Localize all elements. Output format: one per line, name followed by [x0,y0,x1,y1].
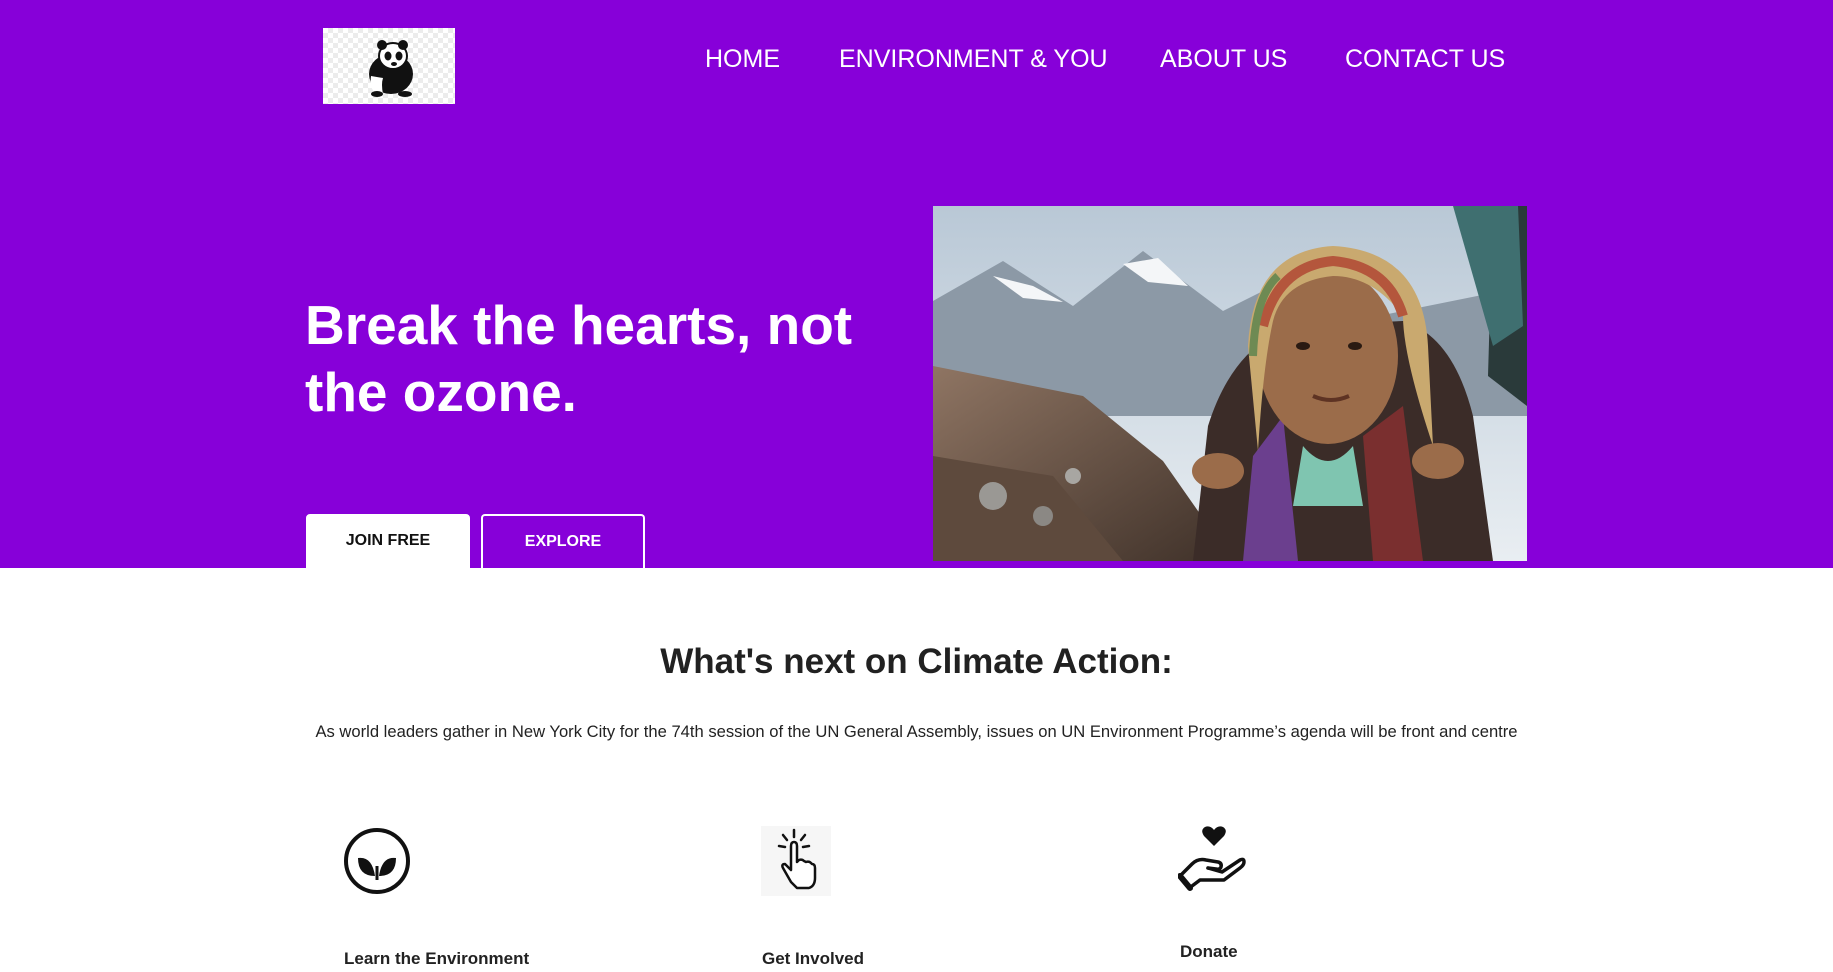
hero-image [933,206,1527,561]
nav-environment-and-you[interactable]: ENVIRONMENT & YOU [839,44,1108,74]
nav-home[interactable]: HOME [705,44,780,74]
join-free-button[interactable]: JOIN FREE [306,514,470,568]
feature-learn-environment[interactable]: Learn the Environment [344,948,529,970]
main-nav: HOME ENVIRONMENT & YOU ABOUT US CONTACT … [0,44,1833,74]
hero-section: HOME ENVIRONMENT & YOU ABOUT US CONTACT … [0,0,1833,568]
climate-action-description: As world leaders gather in New York City… [315,722,1518,741]
hero-photo-illustration [933,206,1527,561]
climate-action-title: What's next on Climate Action: [660,642,1173,681]
pointer-hand-icon [761,826,831,896]
nav-about-us[interactable]: ABOUT US [1160,44,1287,74]
feature-get-involved[interactable]: Get Involved [762,948,864,970]
hero-headline: Break the hearts, not the ozone. [305,294,853,423]
nav-contact-us[interactable]: CONTACT US [1345,44,1505,74]
explore-button[interactable]: EXPLORE [481,514,645,568]
feature-donate[interactable]: Donate [1180,941,1238,963]
heart-hand-icon [1177,822,1248,892]
leaf-circle-icon [342,826,412,896]
